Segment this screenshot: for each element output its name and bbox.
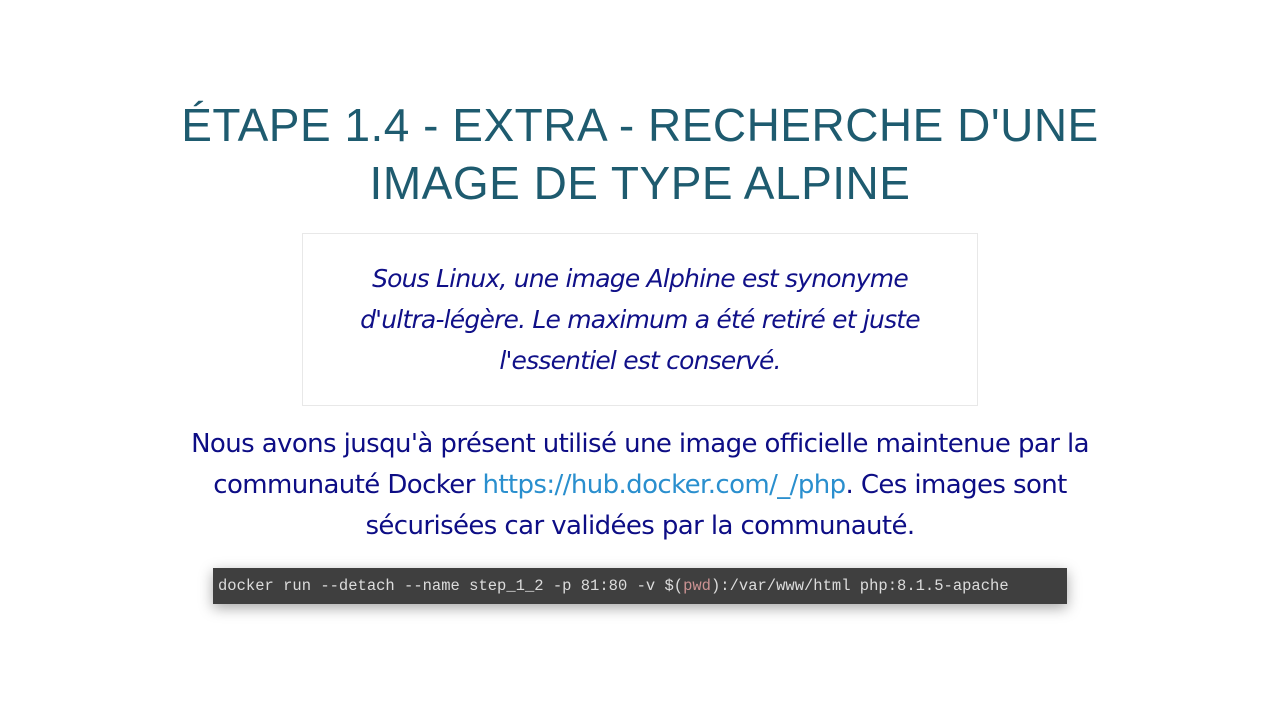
code-command-end: ):/var/www/html php:8.1.5-apache xyxy=(710,577,1009,595)
slide-title: ÉTAPE 1.4 - EXTRA - RECHERCHE D'UNE IMAG… xyxy=(181,99,1099,209)
body-paragraph: Nous avons jusqu'à présent utilisé une i… xyxy=(150,424,1130,547)
code-highlight-pwd: pwd xyxy=(683,577,711,595)
code-command-start: docker run --detach --name step_1_2 -p 8… xyxy=(218,577,684,595)
slide: ÉTAPE 1.4 - EXTRA - RECHERCHE D'UNE IMAG… xyxy=(0,0,1280,720)
quote-box: Sous Linux, une image Alphine est synony… xyxy=(302,233,978,406)
docker-hub-link[interactable]: https://hub.docker.com/_/php xyxy=(482,470,846,500)
quote-text: Sous Linux, une image Alphine est synony… xyxy=(360,264,921,375)
code-block: docker run --detach --name step_1_2 -p 8… xyxy=(213,568,1067,604)
